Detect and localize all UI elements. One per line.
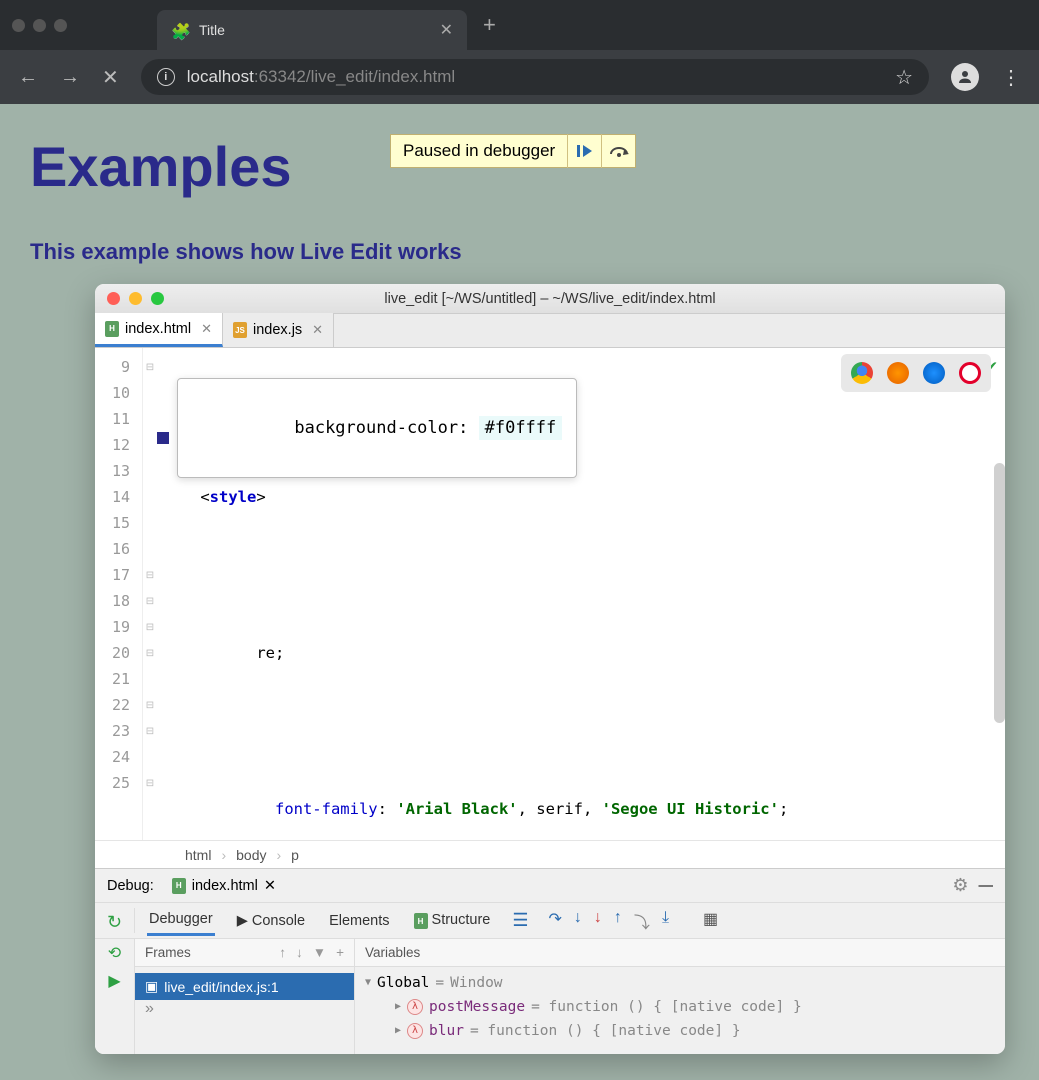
console-tab[interactable]: ▶ Console <box>235 907 307 935</box>
breadcrumb[interactable]: html› body› p <box>95 840 1005 868</box>
lambda-icon: λ <box>407 1023 423 1039</box>
debug-run-config-tab[interactable]: H index.html ✕ <box>164 874 284 898</box>
step-into-icon[interactable]: ↓ <box>574 909 582 933</box>
variables-panel: Variables ▼ Global = Window ▶λ postMessa… <box>355 939 1005 1054</box>
variable-row[interactable]: ▶λ postMessage = function () { [native c… <box>365 995 995 1019</box>
safari-icon[interactable] <box>923 362 945 384</box>
add-icon[interactable]: + <box>336 945 344 960</box>
fold-gutter[interactable]: ⊟⊟⊟⊟⊟⊟⊟⊟ <box>143 348 157 840</box>
html-file-icon: H <box>172 878 186 894</box>
debug-tool-window: Debug: H index.html ✕ ⚙ — ↻ Debugger ▶ C… <box>95 868 1005 1054</box>
ide-titlebar[interactable]: live_edit [~/WS/untitled] – ~/WS/live_ed… <box>95 284 1005 314</box>
close-tab-icon[interactable]: ✕ <box>312 322 323 338</box>
debugger-paused-text: Paused in debugger <box>391 141 567 161</box>
debugger-tab[interactable]: Debugger <box>147 905 215 936</box>
debugger-paused-overlay: Paused in debugger <box>390 134 636 168</box>
favicon-icon: 🧩 <box>171 22 187 38</box>
menu-icon[interactable]: ⋮ <box>1001 65 1021 90</box>
step-out-icon[interactable]: ↑ <box>614 909 622 933</box>
css-value-tooltip: background-color: #f0ffff <box>177 378 577 478</box>
stack-frame[interactable]: ▣ live_edit/index.js:1 <box>135 973 354 1000</box>
force-step-into-icon[interactable]: ↓ <box>594 909 602 933</box>
opera-icon[interactable] <box>959 362 981 384</box>
browser-preview-bar <box>841 354 991 392</box>
filter-icon[interactable]: ▼ <box>313 945 326 960</box>
ide-window: live_edit [~/WS/untitled] – ~/WS/live_ed… <box>95 284 1005 1054</box>
settings-icon[interactable]: ⚙ <box>952 875 968 896</box>
run-to-cursor-icon[interactable]: ⤵ <box>634 909 650 933</box>
evaluate-icon[interactable]: ⤓ <box>662 909 669 933</box>
rerun-button[interactable]: ↻ <box>107 912 122 933</box>
editor-tabs: H index.html ✕ JS index.js ✕ <box>95 314 1005 348</box>
line-number-gutter: 910111213141516171819202122232425 <box>95 348 143 840</box>
layout-icon[interactable]: ▦ <box>703 909 718 933</box>
frame-down-icon[interactable]: ↓ <box>296 945 303 960</box>
step-over-button[interactable] <box>601 134 635 168</box>
back-button[interactable]: ← <box>18 66 38 89</box>
page-content: Paused in debugger Examples This example… <box>0 104 1039 1080</box>
forward-button[interactable]: → <box>60 66 80 89</box>
url-bar[interactable]: i localhost:63342/live_edit/index.html ☆ <box>141 59 929 95</box>
more-frames[interactable]: » <box>135 1000 354 1018</box>
debug-header: Debug: H index.html ✕ ⚙ — <box>95 869 1005 903</box>
frame-icon: ▣ <box>145 978 158 995</box>
maximize-window-icon[interactable] <box>54 19 67 32</box>
resume-program-button[interactable]: ▶ <box>108 971 120 991</box>
browser-tab-bar: 🧩 Title ✕ + <box>0 0 1039 50</box>
editor-tab-index-js[interactable]: JS index.js ✕ <box>223 313 334 347</box>
js-file-icon: JS <box>233 322 247 338</box>
debug-label: Debug: <box>107 878 154 894</box>
close-icon[interactable]: ✕ <box>264 878 276 894</box>
ide-title-text: live_edit [~/WS/untitled] – ~/WS/live_ed… <box>384 291 715 307</box>
profile-icon[interactable] <box>951 63 979 91</box>
code-area[interactable]: ✔ background-color: #f0ffff <style> re; … <box>157 348 1005 840</box>
close-icon[interactable] <box>107 292 120 305</box>
frames-panel: Frames ↑ ↓ ▼ + ▣ live_edit/index.js:1 » <box>135 939 355 1054</box>
site-info-icon[interactable]: i <box>157 68 175 86</box>
editor-tab-index-html[interactable]: H index.html ✕ <box>95 313 223 347</box>
vertical-scrollbar[interactable] <box>994 463 1005 723</box>
new-tab-button[interactable]: + <box>483 12 496 38</box>
close-window-icon[interactable] <box>12 19 25 32</box>
html-file-icon: H <box>105 321 119 337</box>
structure-tab[interactable]: HStructure <box>412 906 493 936</box>
page-subheading: This example shows how Live Edit works <box>30 239 1009 265</box>
resume-button[interactable] <box>567 134 601 168</box>
minimize-icon[interactable] <box>129 292 142 305</box>
chrome-icon[interactable] <box>851 362 873 384</box>
variable-row[interactable]: ▶λ blur = function () { [native code] } <box>365 1019 995 1043</box>
window-controls[interactable] <box>12 19 67 32</box>
code-editor[interactable]: 910111213141516171819202122232425 ⊟⊟⊟⊟⊟⊟… <box>95 348 1005 840</box>
debug-toolbar: ↻ Debugger ▶ Console Elements HStructure… <box>95 903 1005 939</box>
firefox-icon[interactable] <box>887 362 909 384</box>
browser-tab[interactable]: 🧩 Title ✕ <box>157 10 467 50</box>
stop-reload-button[interactable]: ✕ <box>102 65 119 90</box>
threads-icon[interactable]: ☰ <box>512 910 528 931</box>
lambda-icon: λ <box>407 999 423 1015</box>
url-text: localhost:63342/live_edit/index.html <box>187 67 455 87</box>
zoom-icon[interactable] <box>151 292 164 305</box>
variable-row[interactable]: ▼ Global = Window <box>365 971 995 995</box>
browser-nav-bar: ← → ✕ i localhost:63342/live_edit/index.… <box>0 50 1039 104</box>
close-tab-icon[interactable]: ✕ <box>201 321 212 337</box>
minimize-panel-icon[interactable]: — <box>979 878 994 894</box>
step-over-icon[interactable]: ↷ <box>549 909 562 933</box>
color-gutter-swatch[interactable] <box>157 432 169 444</box>
minimize-window-icon[interactable] <box>33 19 46 32</box>
tab-title: Title <box>199 22 428 38</box>
elements-tab[interactable]: Elements <box>327 907 391 935</box>
restart-button[interactable]: ⟲ <box>108 943 121 963</box>
frame-up-icon[interactable]: ↑ <box>279 945 286 960</box>
close-tab-icon[interactable]: ✕ <box>440 20 453 40</box>
ide-window-controls[interactable] <box>107 292 164 305</box>
bookmark-icon[interactable]: ☆ <box>895 65 913 90</box>
